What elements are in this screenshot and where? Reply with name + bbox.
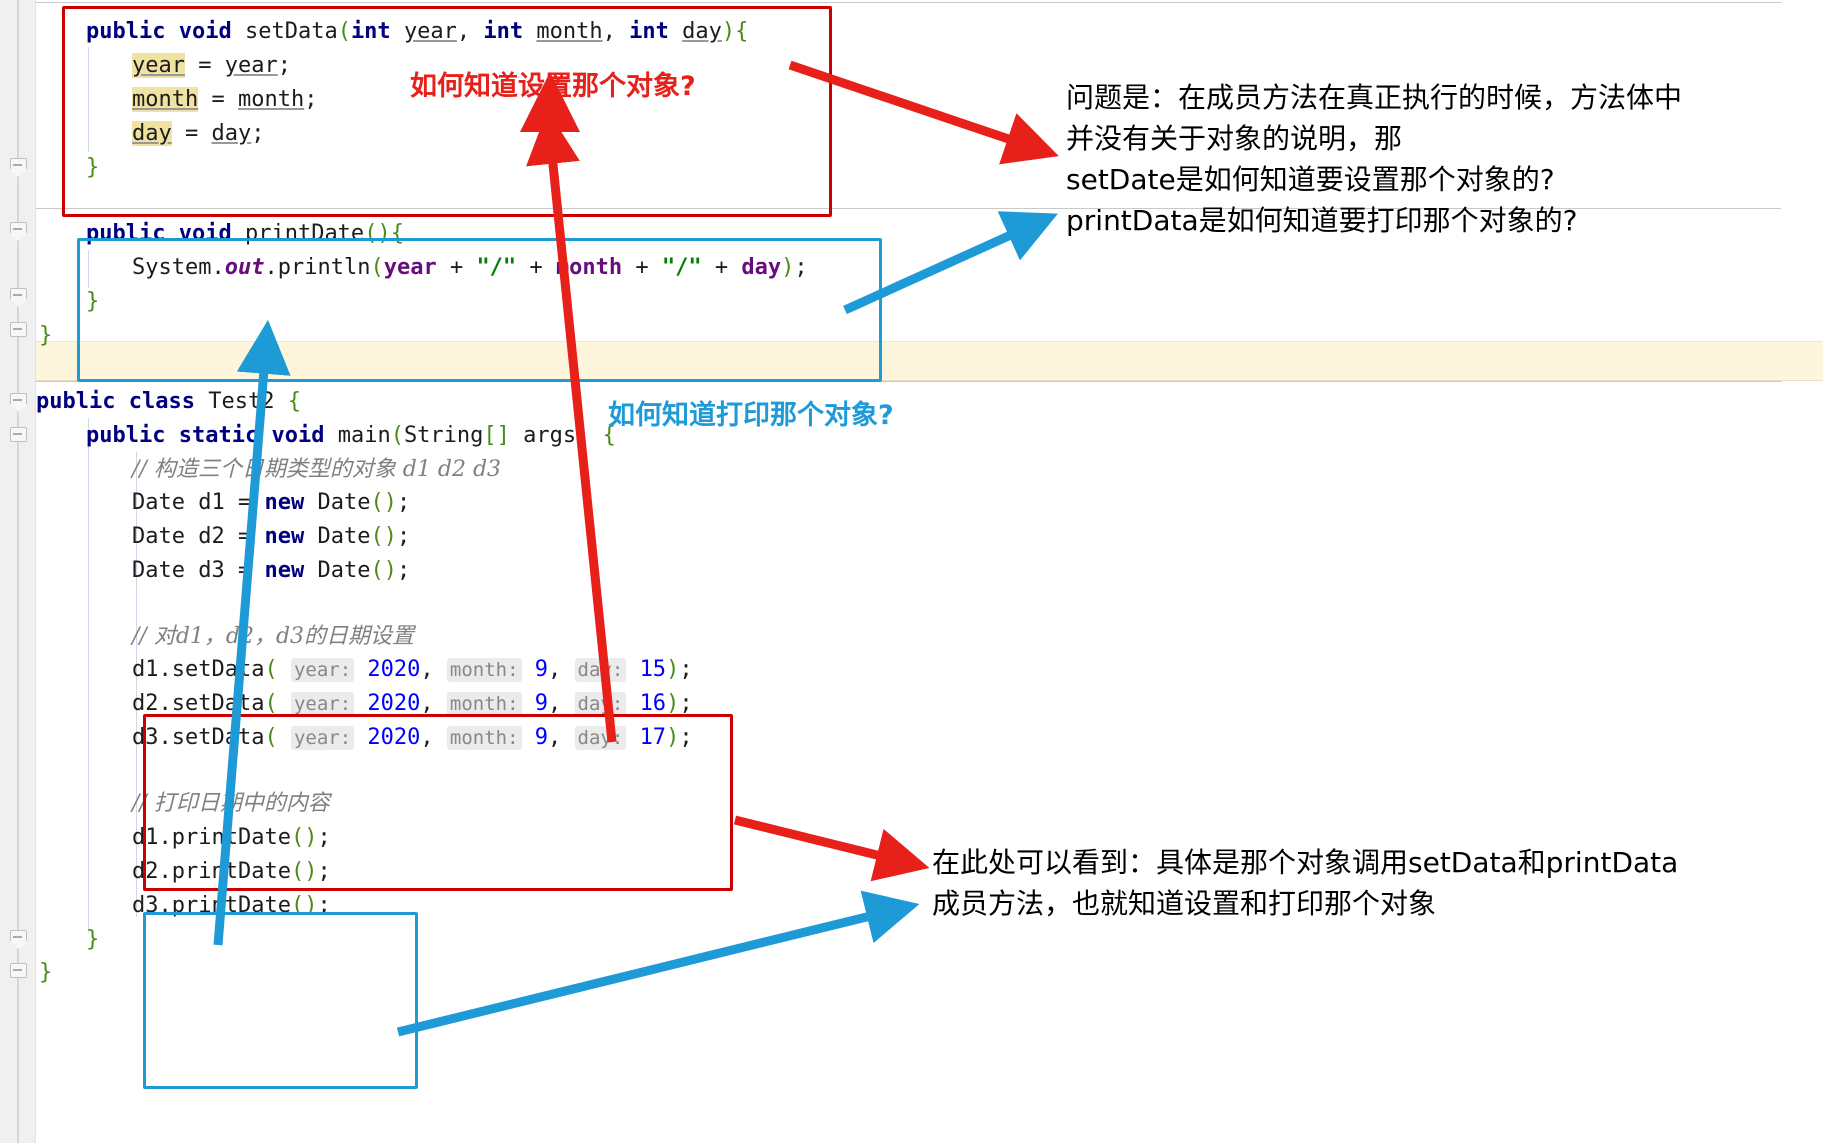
token-eq: = — [237, 558, 252, 583]
code-line[interactable]: Date d2 = new Date(); — [132, 524, 410, 550]
annotation-label-set-object: 如何知道设置那个对象? — [410, 71, 696, 102]
token-public: public — [86, 423, 166, 448]
annotation-box-setdata-calls — [143, 714, 733, 891]
token-Test2: Test2 — [208, 389, 275, 414]
annotation-label-print-object: 如何知道打印那个对象? — [608, 400, 894, 431]
token-d2: d2 — [198, 524, 225, 549]
token-Date: Date — [132, 558, 185, 583]
screenshot-root: public void setData(int year, int month,… — [0, 0, 1823, 1143]
arg-month: 9 — [534, 657, 549, 682]
token-new: new — [264, 558, 305, 583]
code-line[interactable]: } — [39, 960, 52, 986]
arg-day: 16 — [639, 691, 667, 716]
token-static: static — [178, 423, 259, 448]
token-cbrace: } — [86, 927, 100, 952]
token-parens: () — [370, 524, 397, 549]
arg-day: 15 — [639, 657, 667, 682]
arg-month: 9 — [534, 691, 549, 716]
fold-icon[interactable] — [10, 427, 27, 442]
code-line[interactable]: public class Test2 { — [36, 389, 301, 415]
param-hint-day: day: — [574, 692, 627, 716]
token-Date: Date — [132, 524, 185, 549]
token-public: public — [36, 389, 116, 414]
token-eq: = — [237, 490, 252, 515]
param-hint-day: day: — [574, 658, 627, 682]
token-setData: setData — [171, 657, 265, 682]
token-cbrace: } — [39, 960, 53, 985]
param-hint-month: month: — [446, 692, 522, 716]
token-semi: ; — [396, 558, 411, 583]
code-line[interactable]: } — [39, 323, 52, 349]
token-obrace: { — [287, 389, 301, 414]
token-semi: ; — [679, 691, 693, 716]
token-semi: ; — [396, 524, 411, 549]
token-semi: ; — [679, 657, 693, 682]
code-comment-construct[interactable]: // 构造三个日期类型的对象 d1 d2 d3 — [132, 457, 501, 483]
code-comment-set-dates[interactable]: // 对d1，d2，d3的日期设置 — [132, 624, 414, 650]
indent-guide — [88, 418, 89, 933]
token-oparen: ( — [264, 691, 278, 716]
token-d2: d2 — [132, 691, 159, 716]
annotation-box-setdata — [62, 6, 832, 217]
fold-icon[interactable] — [10, 393, 27, 405]
token-setData: setData — [171, 691, 265, 716]
annotation-box-printdate-calls — [143, 912, 418, 1089]
token-comma: , — [548, 691, 562, 716]
token-cparen: ) — [666, 657, 680, 682]
token-Date: Date — [317, 490, 371, 515]
token-Date: Date — [317, 524, 371, 549]
fold-icon[interactable] — [10, 288, 27, 300]
token-d1: d1 — [198, 490, 225, 515]
param-hint-year: year: — [290, 658, 355, 682]
fold-icon[interactable] — [10, 222, 27, 234]
token-d1: d1 — [132, 657, 159, 682]
fold-icon[interactable] — [10, 930, 27, 942]
code-line[interactable]: Date d1 = new Date(); — [132, 490, 410, 516]
code-line[interactable]: Date d3 = new Date(); — [132, 558, 410, 584]
token-dot: . — [158, 691, 172, 716]
token-brackets: [] — [483, 423, 510, 448]
code-line[interactable]: } — [86, 927, 99, 953]
token-main: main — [337, 423, 391, 448]
token-parens: () — [370, 558, 397, 583]
editor-gutter[interactable] — [0, 0, 36, 1143]
token-String: String — [403, 423, 484, 448]
token-Date: Date — [132, 490, 185, 515]
token-void: void — [271, 423, 325, 448]
token-class: class — [128, 389, 195, 414]
token-comma: , — [420, 657, 434, 682]
token-args: args — [523, 423, 577, 448]
token-cparen: ) — [666, 691, 680, 716]
fold-icon[interactable] — [10, 963, 27, 978]
annotation-note-question: 问题是：在成员方法在真正执行的时候，方法体中 并没有关于对象的说明，那 setD… — [1066, 81, 1683, 237]
token-new: new — [264, 490, 305, 515]
code-line[interactable]: public static void main(String[] args) { — [86, 423, 616, 449]
token-comma: , — [548, 657, 562, 682]
fold-icon[interactable] — [10, 158, 27, 170]
annotation-note-conclusion: 在此处可以看到：具体是那个对象调用setData和printData 成员方法，… — [932, 846, 1679, 920]
token-comma: , — [420, 691, 434, 716]
token-parens: () — [370, 490, 397, 515]
param-hint-month: month: — [446, 658, 522, 682]
token-new: new — [264, 524, 305, 549]
fold-icon[interactable] — [10, 322, 27, 337]
arg-year: 2020 — [367, 657, 421, 682]
param-hint-year: year: — [290, 692, 355, 716]
method-separator — [36, 2, 1781, 3]
code-line[interactable]: d1.setData( year: 2020, month: 9, day: 1… — [132, 657, 693, 683]
token-d3: d3 — [198, 558, 225, 583]
token-semi: ; — [396, 490, 411, 515]
token-eq: = — [237, 524, 252, 549]
token-Date: Date — [317, 558, 371, 583]
arg-year: 2020 — [367, 691, 421, 716]
token-oparen: ( — [264, 657, 278, 682]
token-oparen: ( — [390, 423, 404, 448]
token-cbrace: } — [39, 323, 53, 348]
annotation-box-printdate — [77, 238, 882, 382]
token-cparen: ) — [576, 423, 590, 448]
token-dot: . — [158, 657, 172, 682]
